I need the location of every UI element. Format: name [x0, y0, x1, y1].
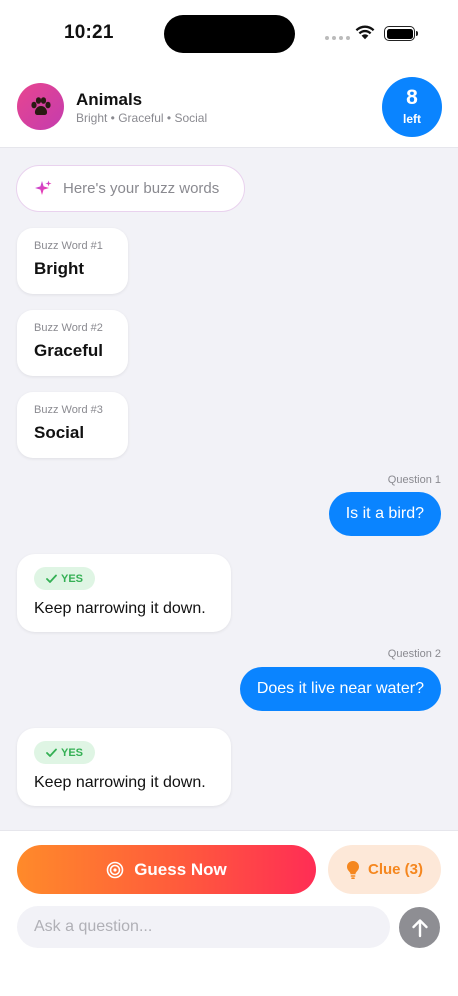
checkmark-icon	[46, 748, 57, 757]
cellular-signal-icon	[325, 36, 350, 40]
arrow-up-icon	[411, 918, 428, 937]
buzz-word-caption: Buzz Word #2	[34, 322, 103, 334]
buzz-words-summary: Bright • Graceful • Social	[76, 111, 208, 125]
answer-text: Keep narrowing it down.	[34, 600, 206, 617]
answer-card: YES Keep narrowing it down.	[17, 728, 231, 806]
guess-now-button[interactable]: Guess Now	[17, 845, 316, 894]
intro-text: Here's your buzz words	[63, 180, 220, 197]
composer-bar: Guess Now Clue (3)	[0, 830, 458, 996]
answer-tag: YES	[60, 572, 83, 585]
buzz-word-card: Buzz Word #3 Social	[17, 392, 128, 458]
ask-question-input[interactable]	[17, 906, 390, 948]
buzz-word-value: Graceful	[34, 341, 103, 360]
buzz-word-value: Bright	[34, 259, 85, 278]
question-label: Question 2	[387, 648, 441, 660]
answer-text: Keep narrowing it down.	[34, 774, 206, 791]
buzz-word-caption: Buzz Word #1	[34, 240, 103, 252]
buzz-words-intro: Here's your buzz words	[16, 165, 245, 212]
question-label: Question 1	[387, 474, 441, 486]
questions-left-count: 8	[406, 86, 418, 109]
buzz-word-card: Buzz Word #1 Bright	[17, 228, 128, 294]
sparkle-icon	[35, 180, 52, 195]
answer-card: YES Keep narrowing it down.	[17, 554, 231, 632]
answer-tag: YES	[60, 746, 83, 759]
paw-icon	[30, 96, 51, 115]
buzz-word-caption: Buzz Word #3	[34, 404, 103, 416]
wifi-icon	[355, 25, 375, 40]
guess-now-label: Guess Now	[134, 859, 227, 879]
clue-label: Clue (3)	[367, 861, 423, 878]
answer-yes-badge: YES	[34, 567, 95, 590]
status-time: 10:21	[64, 22, 114, 43]
game-header: Animals Bright • Graceful • Social 8 lef…	[0, 70, 458, 148]
clue-button[interactable]: Clue (3)	[328, 845, 441, 894]
checkmark-icon	[46, 574, 57, 583]
category-title: Animals	[76, 90, 143, 109]
questions-left-label: left	[403, 112, 421, 126]
buzz-word-card: Buzz Word #2 Graceful	[17, 310, 128, 376]
status-bar: 10:21	[0, 0, 458, 70]
send-button[interactable]	[399, 907, 440, 948]
category-avatar	[17, 83, 64, 130]
user-question-bubble: Does it live near water?	[239, 667, 441, 711]
dynamic-island	[164, 15, 295, 53]
chat-thread[interactable]: Here's your buzz words Buzz Word #1 Brig…	[0, 148, 458, 830]
lightbulb-icon	[346, 860, 359, 879]
questions-left-badge: 8 left	[382, 77, 442, 137]
target-icon	[106, 861, 124, 878]
buzz-word-value: Social	[34, 423, 85, 442]
user-question-bubble: Is it a bird?	[328, 492, 441, 536]
battery-icon	[384, 26, 418, 41]
answer-yes-badge: YES	[34, 741, 95, 764]
